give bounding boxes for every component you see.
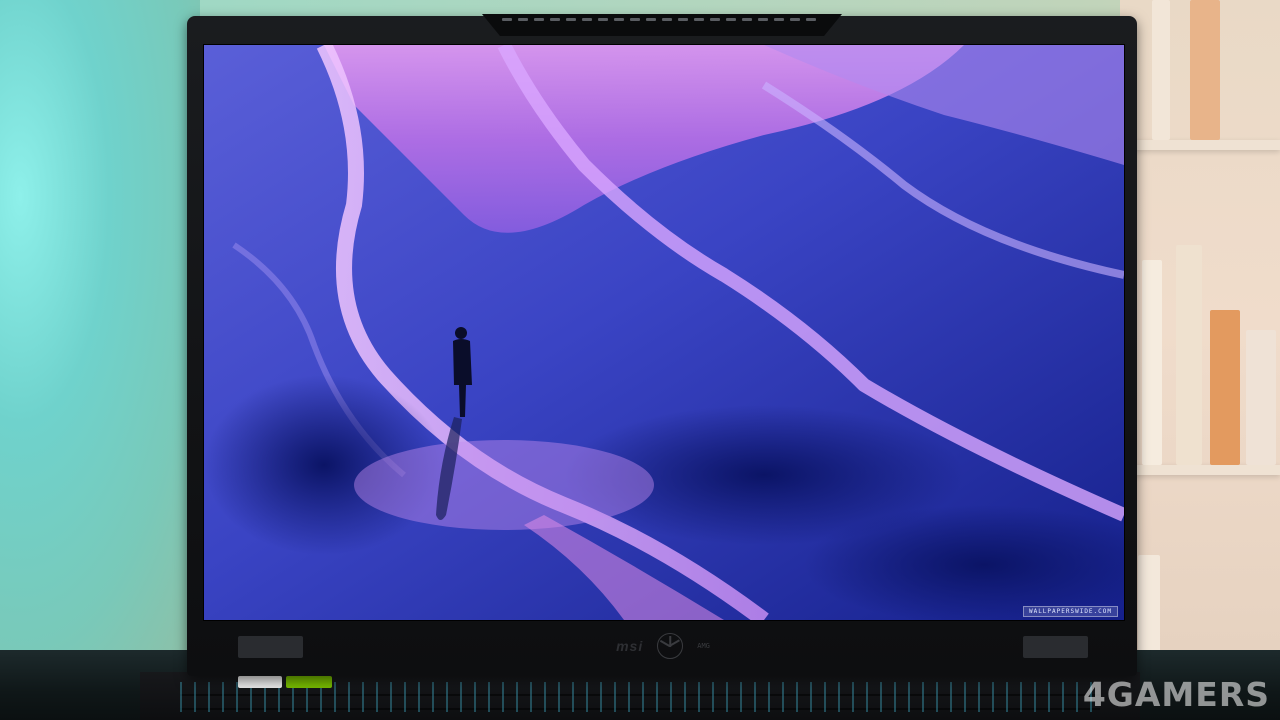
photo-scene: WALLPAPERSWIDE.COM msi AMG 4GAMERS [0, 0, 1280, 720]
book [1176, 245, 1202, 465]
webcam-vent [482, 14, 842, 36]
shelf-board [1130, 465, 1280, 475]
book [1246, 330, 1276, 465]
amg-emblem-text: AMG [697, 641, 710, 650]
laptop-lid: WALLPAPERSWIDE.COM msi AMG [187, 14, 1137, 676]
book [1152, 0, 1170, 140]
book [1190, 0, 1220, 140]
intel-sticker [238, 676, 282, 688]
book [1210, 310, 1240, 465]
shelf-board [1130, 140, 1280, 150]
mercedes-star-icon [657, 633, 684, 659]
photo-watermark-4gamers: 4GAMERS [1082, 675, 1270, 714]
right-hinge [1023, 636, 1088, 658]
msi-logo: msi [616, 638, 644, 654]
background-wall-left [0, 0, 200, 655]
book [1138, 555, 1160, 655]
laptop-screen-wallpaper: WALLPAPERSWIDE.COM [203, 44, 1125, 621]
laptop-bezel-chin: msi AMG [203, 624, 1123, 668]
wallpaper-art [204, 45, 1124, 620]
nvidia-sticker [286, 676, 332, 688]
screen-watermark: WALLPAPERSWIDE.COM [1022, 606, 1118, 617]
book [1142, 260, 1162, 465]
left-hinge [238, 636, 303, 658]
bookshelf [1120, 0, 1280, 655]
